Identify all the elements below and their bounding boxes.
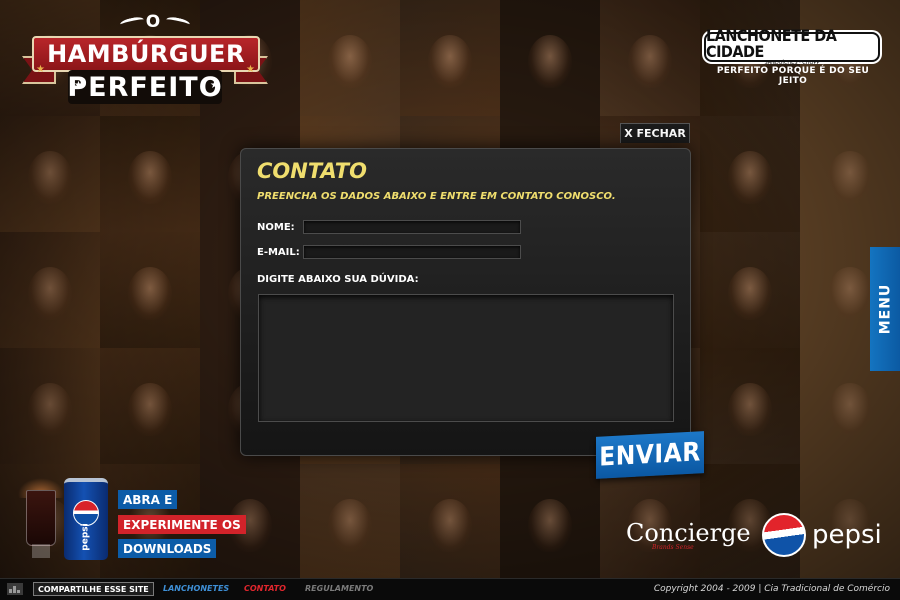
photo-tile (500, 464, 600, 578)
menu-tab[interactable]: MENU (870, 247, 900, 371)
modal-title: CONTATO (257, 159, 367, 183)
lanchonete-name: LANCHONETE DA CIDADE (706, 26, 837, 61)
photo-tile (100, 232, 200, 348)
name-field[interactable] (303, 220, 521, 234)
menu-tab-label: MENU (877, 283, 893, 335)
footer-link-regulamento[interactable]: REGULAMENTO (305, 584, 373, 593)
promo-line-3[interactable]: DOWNLOADS (118, 539, 217, 558)
footer-bar: COMPARTILHE ESSE SITE LANCHONETES CONTAT… (0, 578, 900, 600)
promo-line-2[interactable]: EXPERIMENTE OS (118, 515, 246, 534)
photo-tile (600, 0, 700, 116)
star-icon: ★ (74, 80, 83, 91)
promo-line-1[interactable]: ABRA E (118, 490, 178, 509)
pepsi-globe-icon (73, 500, 99, 526)
star-icon: ★ (246, 64, 255, 75)
photo-tile (0, 232, 100, 348)
photo-tile (500, 0, 600, 116)
email-field[interactable] (303, 245, 521, 259)
photo-tile (700, 348, 800, 464)
lanchonete-da-cidade-logo[interactable]: LANCHONETE DA CIDADE SANDUÍCHES · CHOPP … (704, 28, 882, 86)
name-label: NOME: (257, 222, 295, 233)
photo-tile (300, 464, 400, 578)
photo-tile (0, 348, 100, 464)
concierge-tagline: Brands Sense (652, 544, 694, 551)
photo-tile (700, 232, 800, 348)
photo-tile (0, 116, 100, 232)
logo-top-letter: O (145, 12, 161, 32)
lanchonete-logo-box: LANCHONETE DA CIDADE SANDUÍCHES · CHOPP (704, 28, 880, 66)
star-icon: ★ (36, 64, 45, 75)
concierge-logo[interactable]: Concierge Brands Sense (626, 519, 751, 554)
photo-tile (400, 0, 500, 116)
pepsi-can-image: pepsi (64, 478, 108, 560)
close-button[interactable]: X FECHAR (620, 123, 690, 143)
share-site-button[interactable]: COMPARTILHE ESSE SITE (33, 582, 154, 596)
logo-subtitle: PERFEITO (67, 70, 223, 104)
pepsi-wordmark[interactable]: pepsi (812, 520, 882, 550)
hamburguer-perfeito-logo[interactable]: O HAMBÚRGUER ★ ★ PERFEITO ★ ★ (20, 12, 270, 112)
star-icon: ★ (210, 80, 219, 91)
audio-bars-icon[interactable] (7, 583, 23, 595)
glass-body (26, 490, 56, 546)
soda-glass-image (18, 478, 64, 560)
glass-foot (32, 544, 50, 558)
contact-modal: CONTATO PREENCHA OS DADOS ABAIXO E ENTRE… (240, 148, 691, 456)
email-label: E-MAIL: (257, 247, 300, 258)
photo-tile (800, 116, 900, 232)
modal-subtitle: PREENCHA OS DADOS ABAIXO E ENTRE EM CONT… (257, 191, 616, 202)
footer-link-lanchonetes[interactable]: LANCHONETES (163, 584, 229, 593)
can-brand-text: pepsi (81, 523, 91, 551)
question-textarea[interactable] (258, 294, 674, 422)
footer-link-contato[interactable]: CONTATO (244, 584, 286, 593)
question-label: DIGITE ABAIXO SUA DÚVIDA: (257, 274, 419, 285)
photo-tile (100, 116, 200, 232)
logo-wing-right (165, 15, 191, 29)
copyright-text: Copyright 2004 - 2009 | Cia Tradicional … (653, 584, 890, 594)
concierge-name: Concierge (626, 519, 751, 547)
logo-banner-text: HAMBÚRGUER (32, 36, 260, 72)
photo-tile (400, 464, 500, 578)
send-button[interactable]: ENVIAR (596, 431, 704, 479)
photo-tile (300, 0, 400, 116)
pepsi-globe-icon[interactable] (762, 513, 806, 557)
photo-tile (700, 116, 800, 232)
photo-tile (100, 348, 200, 464)
lanchonete-slogan: PERFEITO PORQUE É DO SEU JEITO (716, 66, 870, 86)
